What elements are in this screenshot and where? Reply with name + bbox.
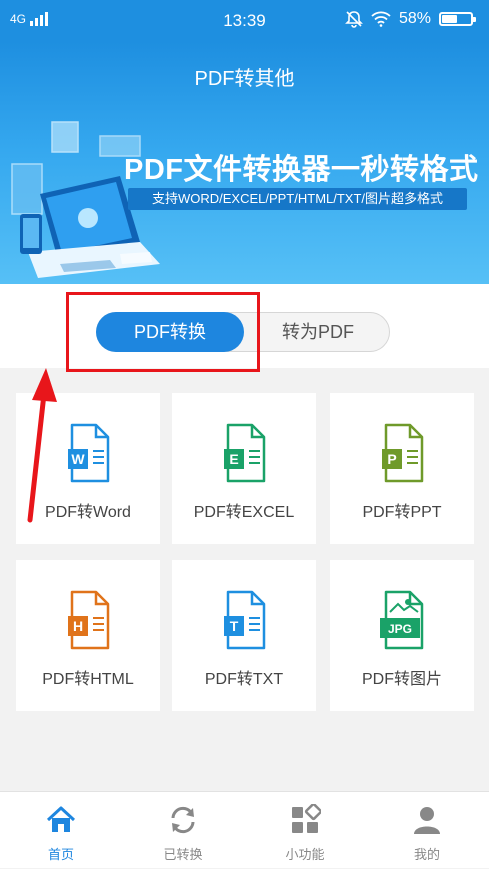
- tab-tools-label: 小功能: [285, 847, 325, 862]
- file-image-icon: JPG: [380, 590, 424, 650]
- wifi-icon: [371, 11, 391, 27]
- tool-card-excel[interactable]: E PDF转EXCEL: [172, 393, 316, 544]
- file-txt-icon: T: [224, 590, 266, 650]
- svg-text:T: T: [230, 618, 239, 634]
- svg-text:W: W: [71, 451, 85, 467]
- battery-icon: [439, 12, 476, 26]
- tool-label: PDF转EXCEL: [193, 504, 295, 521]
- tool-label: PDF转Word: [45, 504, 131, 521]
- tool-card-word[interactable]: W PDF转Word: [16, 393, 160, 544]
- hero-banner: PDF转其他 PDF文件转换器一秒转格式 支持WORD/EXCEL/PPT/HT…: [0, 42, 489, 284]
- status-icons: 58%: [345, 10, 476, 28]
- grid-apps-icon: [292, 804, 321, 833]
- banner-headline: PDF文件转换器一秒转格式: [124, 154, 479, 186]
- highlight-box: [66, 292, 260, 372]
- tab-home-label: 首页: [47, 847, 74, 862]
- tab-home[interactable]: 首页: [0, 792, 122, 869]
- tool-card-ppt[interactable]: P PDF转PPT: [330, 393, 474, 544]
- tool-card-txt[interactable]: T PDF转TXT: [172, 560, 316, 711]
- battery-percent: 58%: [398, 10, 431, 27]
- page-title: PDF转其他: [194, 68, 295, 90]
- tool-card-image[interactable]: JPG PDF转图片: [330, 560, 474, 711]
- file-word-icon: W: [68, 423, 110, 483]
- banner-subline: 支持WORD/EXCEL/PPT/HTML/TXT/图片超多格式: [128, 188, 467, 210]
- tab-converted-label: 已转换: [163, 847, 203, 862]
- status-bar: 4G 13:39 58%: [0, 0, 489, 42]
- tool-label: PDF转图片: [361, 671, 442, 688]
- file-html-icon: H: [68, 590, 110, 650]
- svg-text:E: E: [229, 451, 238, 467]
- svg-text:H: H: [73, 618, 83, 634]
- svg-text:P: P: [387, 451, 396, 467]
- file-excel-icon: E: [224, 423, 266, 483]
- mute-bell-icon: [345, 11, 363, 28]
- battery-fill: [442, 15, 457, 23]
- bottom-tab-bar: 首页 已转换 小功能 我的: [0, 791, 489, 868]
- tool-label: PDF转PPT: [362, 504, 442, 521]
- file-ppt-icon: P: [382, 423, 424, 483]
- tool-label: PDF转TXT: [204, 671, 284, 688]
- tab-to-pdf[interactable]: 转为PDF: [247, 313, 389, 351]
- tab-profile-label: 我的: [413, 847, 440, 862]
- tab-tools[interactable]: 小功能: [244, 792, 366, 869]
- svg-text:JPG: JPG: [388, 622, 412, 636]
- tab-profile[interactable]: 我的: [366, 792, 488, 869]
- tab-converted[interactable]: 已转换: [122, 792, 244, 869]
- home-icon: [46, 806, 76, 832]
- tool-card-html[interactable]: H PDF转HTML: [16, 560, 160, 711]
- user-icon: [414, 807, 440, 834]
- tool-label: PDF转HTML: [42, 671, 134, 688]
- refresh-icon: [171, 806, 195, 834]
